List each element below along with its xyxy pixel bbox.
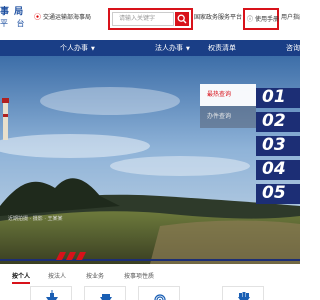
nav-item-duties[interactable]: 权责清单 [208,40,236,56]
service-cards [0,286,300,300]
rank-number: 04 [262,159,286,179]
active-tab-indicator [12,282,30,284]
tab-hot-query[interactable]: 最热查询 [200,84,256,106]
location-label: 交通运输部海事局 [43,14,92,21]
search-button[interactable] [175,12,189,26]
location-selector[interactable]: ⦿ 交通运输部海事局 [34,12,91,22]
service-card[interactable] [30,286,72,300]
tab-by-person[interactable]: 按个人 [12,271,30,280]
info-icon: ⓘ [247,16,254,23]
service-card[interactable] [138,286,180,300]
location-pin-icon: ⦿ [34,13,41,21]
query-panel: 最热查询 办件查询 01 02 03 04 05 [200,84,300,224]
tab-by-business[interactable]: 按业务 [86,271,104,280]
tab-by-nature[interactable]: 按事项性质 [124,271,154,280]
brand-title: 事 局 [0,7,25,17]
page: 事 局 平 台 ⦿ 交通运输部海事局 请输入关键字 国家政务服务平台 ⓘ 使用手册… [0,0,300,300]
service-card[interactable] [84,286,126,300]
chevron-down-icon: ▼ [186,46,190,52]
hero-banner: 近期拍摄 · 摄影 · 王某某 最热查询 办件查询 01 02 03 04 05 [0,56,300,264]
service-card[interactable] [222,286,264,300]
radar-icon [154,294,166,300]
user-manual-content: ⓘ 使用手册 [247,14,279,23]
search-icon [177,14,187,24]
gov-service-link[interactable]: 国家政务服务平台 [194,12,242,21]
user-manual-button[interactable]: ⓘ 使用手册 [243,8,279,30]
rank-item[interactable]: 03 [256,135,300,156]
header: 事 局 平 台 ⦿ 交通运输部海事局 请输入关键字 国家政务服务平台 ⓘ 使用手册… [0,0,300,36]
user-guide-link[interactable]: 用户指南 [281,12,300,21]
user-manual-label: 使用手册 [254,16,279,23]
rank-number: 02 [262,111,286,131]
brand-subtitle: 平 台 [0,19,28,28]
main-nav: 个人办事 ▼ 法人办事 ▼ 权责清单 咨询 [0,40,300,56]
banner-caption: 近期拍摄 · 摄影 · 王某某 [8,216,63,222]
nav-item-legal[interactable]: 法人办事 ▼ [155,40,190,56]
rank-item[interactable]: 01 [256,87,300,108]
nav-item-personal[interactable]: 个人办事 ▼ [60,40,95,56]
search-input[interactable]: 请输入关键字 [112,12,174,26]
rank-item[interactable]: 04 [256,159,300,180]
chevron-down-icon: ▼ [91,46,95,52]
nav-item-label: 个人办事 [60,44,88,52]
service-tabs: 按个人 按法人 按业务 按事项性质 [0,264,300,286]
rank-number: 03 [262,135,286,155]
rank-item[interactable]: 05 [256,183,300,204]
tab-case-query[interactable]: 办件查询 [200,106,256,128]
rank-number: 01 [262,87,286,107]
ship-icon [46,290,58,300]
vessel-icon [100,294,112,300]
search-box: 请输入关键字 [108,8,193,30]
container-ship-icon [238,292,250,300]
rank-item[interactable]: 02 [256,111,300,132]
nav-item-label: 法人办事 [155,44,183,52]
rank-number: 05 [262,183,286,203]
tab-by-legal[interactable]: 按法人 [48,271,66,280]
nav-item-consult[interactable]: 咨询 [286,40,300,56]
